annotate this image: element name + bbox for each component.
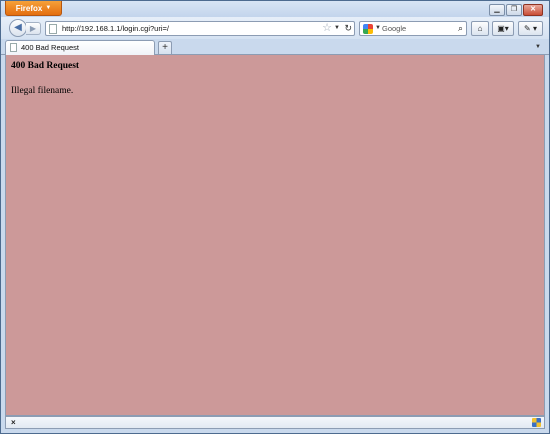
error-heading: 400 Bad Request <box>11 61 80 71</box>
arrow-left-icon: ◀ <box>14 22 22 33</box>
bookmarks-button[interactable]: ▣▾ <box>492 21 514 36</box>
firefox-menu-label: Firefox <box>15 3 43 13</box>
page-icon <box>10 43 17 52</box>
chevron-down-icon: ▼ <box>45 5 52 11</box>
back-button[interactable]: ◀ <box>9 19 27 37</box>
browser-window: Firefox ▼ ▁ ❐ ✕ ◀ ▶ http://192.168.1.1/l… <box>0 0 550 434</box>
tab-title: 400 Bad Request <box>21 43 79 52</box>
reload-icon[interactable]: ↻ <box>344 22 352 35</box>
search-engine-dropdown-icon[interactable]: ▼ <box>375 22 381 35</box>
tab-active[interactable]: 400 Bad Request <box>5 40 155 55</box>
firefox-menu-button[interactable]: Firefox ▼ <box>5 1 62 16</box>
title-bar: Firefox ▼ ▁ ❐ ✕ <box>1 1 549 17</box>
close-window-button[interactable]: ✕ <box>523 4 543 16</box>
page-content: 400 Bad Request Illegal filename. <box>5 55 545 416</box>
new-tab-button[interactable]: + <box>158 41 172 54</box>
plus-icon: + <box>162 42 168 53</box>
bookmarks-icon: ▣▾ <box>497 24 509 33</box>
url-text[interactable]: http://192.168.1.1/login.cgi?uri=/ <box>62 22 169 35</box>
search-bar[interactable]: ▼ Google ⌕ <box>359 21 467 36</box>
arrow-right-icon: ▶ <box>29 24 37 33</box>
addon-button[interactable]: ✎ ▾ <box>518 21 543 36</box>
page-icon <box>49 24 57 34</box>
home-icon: ⌂ <box>477 24 483 33</box>
search-icon[interactable]: ⌕ <box>458 22 463 35</box>
history-dropdown-icon[interactable]: ▼ <box>334 22 340 35</box>
addon-status-icon[interactable] <box>532 418 541 427</box>
forward-button[interactable]: ▶ <box>26 22 41 35</box>
minimize-button[interactable]: ▁ <box>489 4 505 16</box>
restore-button[interactable]: ❐ <box>506 4 522 16</box>
tab-strip: 400 Bad Request + ▼ <box>1 39 549 55</box>
search-placeholder[interactable]: Google <box>382 22 406 35</box>
google-logo-icon[interactable] <box>363 24 373 34</box>
home-button[interactable]: ⌂ <box>471 21 489 36</box>
bookmark-star-icon[interactable]: ☆ <box>322 22 332 35</box>
navigation-toolbar: ◀ ▶ http://192.168.1.1/login.cgi?uri=/ ☆… <box>1 17 549 39</box>
list-all-tabs-icon[interactable]: ▼ <box>535 41 541 53</box>
window-controls: ▁ ❐ ✕ <box>489 4 543 16</box>
url-bar[interactable]: http://192.168.1.1/login.cgi?uri=/ ☆ ▼ ↻ <box>45 21 355 36</box>
addon-icon: ✎ ▾ <box>524 24 537 33</box>
close-addon-bar-button[interactable]: × <box>11 417 16 428</box>
addon-bar: × <box>5 416 545 429</box>
error-message: Illegal filename. <box>11 86 74 96</box>
